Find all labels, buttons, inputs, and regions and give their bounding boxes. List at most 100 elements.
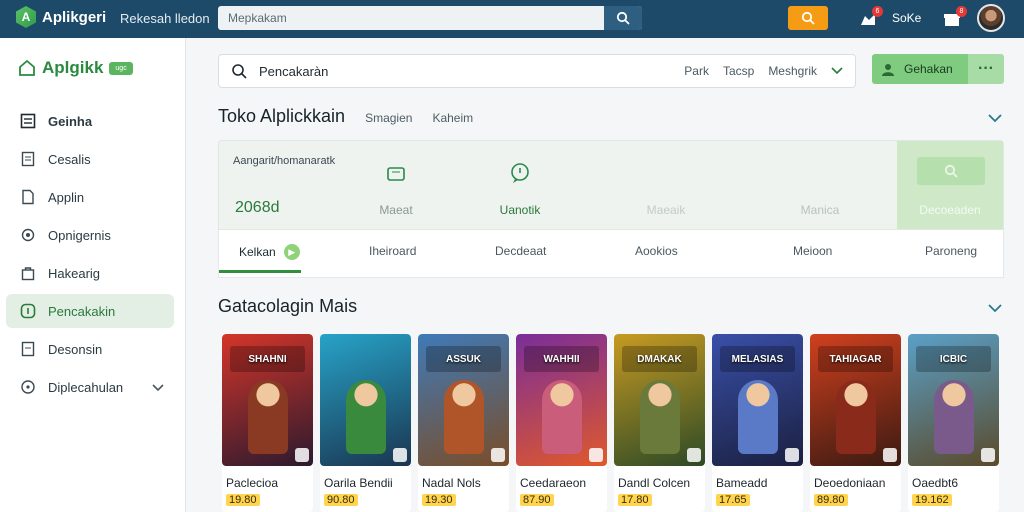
stat-col-3[interactable]: Manica (775, 159, 865, 217)
game-character (346, 380, 386, 454)
game-cover-image[interactable]: ASSUK (418, 334, 509, 466)
game-price: 17.65 (716, 494, 750, 506)
top-subtitle[interactable]: Rekesah lledon (120, 11, 210, 26)
chevron-down-icon[interactable] (831, 67, 843, 75)
chevron-down-icon[interactable] (988, 110, 1002, 128)
brand-tag: ugc (109, 61, 133, 75)
games-section-title: Gatacolagin Mais (218, 296, 358, 316)
game-card[interactable]: ASSUK Nadal Nols 19.30 (418, 334, 509, 512)
platform-icon (883, 448, 897, 462)
stats-cta-label: Decoeaden (919, 203, 981, 217)
game-cover-title (328, 346, 403, 372)
tab-label: Decdeaat (495, 244, 547, 258)
sidebar-item-1[interactable]: Cesalis (6, 142, 174, 176)
game-card[interactable]: Oarila Bendii 90.80 (320, 334, 411, 512)
stats-search-button[interactable] (917, 157, 985, 185)
game-cover-image[interactable]: SHAHNI (222, 334, 313, 466)
receipt-icon (20, 151, 36, 167)
messages-button[interactable]: 8 (942, 6, 967, 29)
folder-icon (351, 159, 441, 187)
more-icon: ··· (978, 60, 994, 77)
game-cover-image[interactable]: MELASIAS (712, 334, 803, 466)
tab-3[interactable]: Aookios (635, 244, 678, 258)
stat-col-2[interactable]: Maeaik (621, 159, 711, 217)
game-character (934, 380, 974, 454)
store-sublink-1[interactable]: Smagien (365, 111, 412, 125)
game-title: Nadal Nols (422, 476, 481, 490)
game-cover-image[interactable] (320, 334, 411, 466)
stat-col-label: Maeaik (646, 203, 686, 217)
stat-value: 2068d (235, 199, 280, 216)
game-price: 89.80 (814, 494, 848, 506)
tab-0[interactable]: Kelkan ▶ (239, 244, 300, 260)
game-title: Ceedaraeon (520, 476, 587, 490)
game-price: 17.80 (618, 494, 652, 506)
filter-option[interactable]: Meshgrik (768, 64, 817, 78)
circle-icon (20, 379, 36, 395)
platform-icon (589, 448, 603, 462)
avatar[interactable] (977, 4, 1005, 32)
game-cover-image[interactable]: TAHIAGAR (810, 334, 901, 466)
stat-col-label: Manica (800, 203, 840, 217)
ledger-icon (20, 113, 36, 129)
notifications-button[interactable]: 6 (858, 6, 883, 29)
game-title: Dandl Colcen (618, 476, 691, 490)
stat-col-1[interactable]: Uanotik (475, 159, 565, 217)
store-sublink-2[interactable]: Kaheim (432, 111, 473, 125)
top-search-bar (218, 6, 642, 30)
chevron-down-icon[interactable] (152, 380, 164, 395)
notification-badge: 6 (872, 6, 883, 17)
game-character (738, 380, 778, 454)
game-card[interactable]: SHAHNI Paclecioa 19.80 (222, 334, 313, 512)
message-badge: 8 (956, 6, 967, 17)
game-card[interactable]: TAHIAGAR Deoedoniaan 89.80 (810, 334, 901, 512)
home-icon (19, 59, 35, 76)
sidebar-item-label: Pencakakin (48, 303, 116, 319)
search-action-label: Gehakan (904, 62, 953, 76)
sidebar-item-7[interactable]: Diplecahulan (6, 370, 174, 404)
game-cover-image[interactable]: ICBIC (908, 334, 999, 466)
game-card[interactable]: ICBIC Oaedbt6 19.162 (908, 334, 999, 512)
sidebar-item-5[interactable]: Pencakakin (6, 294, 174, 328)
game-cover-title: MELASIAS (720, 346, 795, 372)
platform-icon (491, 448, 505, 462)
sidebar-item-4[interactable]: Hakearig (6, 256, 174, 290)
stats-cta[interactable]: Decoeaden (897, 141, 1003, 229)
sidebar-item-3[interactable]: Opnigernis (6, 218, 174, 252)
app-logo[interactable]: A Aplikgeri (16, 6, 106, 28)
game-cover-title: WAHHII (524, 346, 599, 372)
quick-search-button[interactable] (788, 6, 828, 30)
game-price: 87.90 (520, 494, 554, 506)
sidebar-item-2[interactable]: Applin (6, 180, 174, 214)
game-card[interactable]: WAHHII Ceedaraeon 87.90 (516, 334, 607, 512)
main-search-box[interactable]: Pencakaràn Park Tacsp Meshgrik (218, 54, 856, 88)
more-options-button[interactable]: ··· (968, 54, 1004, 84)
games-grid: SHAHNI Paclecioa 19.80 Oarila Bendii 90.80 AS… (222, 334, 999, 512)
game-cover-image[interactable]: WAHHII (516, 334, 607, 466)
game-cover-image[interactable]: DMAKAK (614, 334, 705, 466)
sidebar-brand[interactable]: Aplgikk ugc (18, 58, 133, 78)
sidebar-item-label: Applin (48, 189, 85, 205)
tab-2[interactable]: Decdeaat (495, 244, 546, 258)
app-name: Aplikgeri (42, 8, 107, 26)
search-action-button[interactable]: Gehakan (872, 54, 968, 84)
game-character (248, 380, 288, 454)
filter-option[interactable]: Park (684, 64, 709, 78)
sidebar-item-0[interactable]: Geinha (6, 104, 174, 138)
tab-5[interactable]: Paroneng (925, 244, 977, 258)
game-card[interactable]: DMAKAK Dandl Colcen 17.80 (614, 334, 705, 512)
filter-option[interactable]: Tacsp (723, 64, 754, 78)
stat-col-0[interactable]: Maeat (351, 159, 441, 217)
tab-4[interactable]: Meioon (793, 244, 832, 258)
top-search-button[interactable] (604, 6, 642, 30)
platform-icon (687, 448, 701, 462)
stat-label: Aangarit/homanaratk (233, 155, 336, 167)
top-search-input[interactable] (218, 6, 604, 30)
sidebar-item-6[interactable]: Desonsin (6, 332, 174, 366)
game-card[interactable]: MELASIAS Bameadd 17.65 (712, 334, 803, 512)
chevron-down-icon[interactable] (988, 300, 1002, 318)
user-name[interactable]: SoKe (892, 11, 921, 25)
game-price: 19.80 (226, 494, 260, 506)
active-tab-indicator (219, 270, 301, 273)
tab-1[interactable]: Iheiroard (369, 244, 416, 258)
